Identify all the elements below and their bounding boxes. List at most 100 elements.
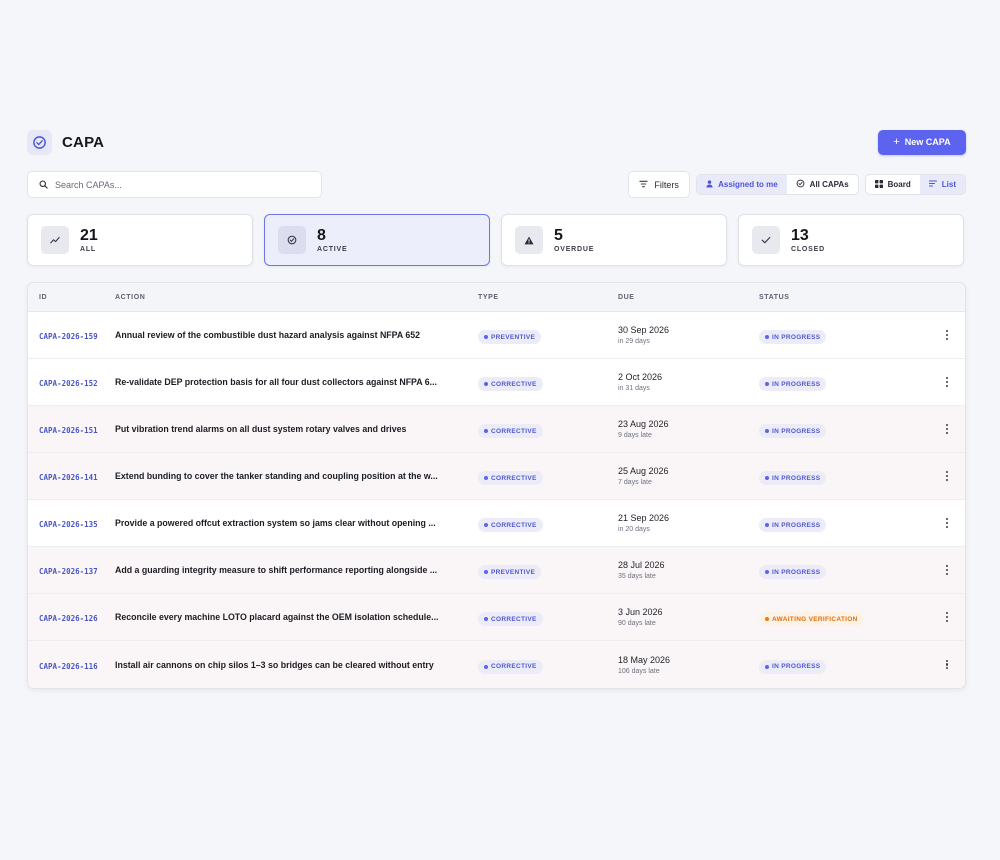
- stat-card-all[interactable]: 21 ALL: [27, 214, 253, 266]
- grid-icon: [874, 179, 883, 190]
- table-row[interactable]: CAPA-2026-151 Put vibration trend alarms…: [28, 406, 965, 453]
- check-circle-icon: [796, 179, 805, 190]
- capa-action-text: Add a guarding integrity measure to shif…: [115, 565, 438, 575]
- stat-count: 5: [554, 226, 563, 244]
- row-menu-icon[interactable]: [945, 565, 949, 575]
- row-menu-icon[interactable]: [945, 424, 949, 434]
- row-menu-icon[interactable]: [945, 377, 949, 387]
- status-label: AWAITING VERIFICATION: [772, 615, 858, 623]
- filters-button[interactable]: Filters: [628, 171, 691, 198]
- stat-cards: 21 ALL 8 ACTIVE 5 OVERDUE 13 CLOSED: [27, 214, 966, 266]
- stat-label: ACTIVE: [317, 245, 348, 253]
- search-icon: [39, 176, 48, 194]
- filters-label: Filters: [654, 179, 679, 190]
- type-dot-icon: [484, 664, 488, 669]
- col-status-header[interactable]: STATUS: [759, 294, 929, 301]
- status-dot-icon: [765, 664, 769, 669]
- status-dot-icon: [765, 476, 769, 480]
- check-circle-icon: [278, 226, 306, 254]
- row-menu-icon[interactable]: [945, 471, 949, 481]
- status-badge: IN PROGRESS: [759, 377, 827, 391]
- status-dot-icon: [765, 429, 769, 433]
- table-row[interactable]: CAPA-2026-116 Install air cannons on chi…: [28, 641, 965, 688]
- capa-id-link[interactable]: CAPA-2026-151: [39, 426, 98, 435]
- table-row[interactable]: CAPA-2026-152 Re-validate DEP protection…: [28, 359, 965, 406]
- table-row[interactable]: CAPA-2026-135 Provide a powered offcut e…: [28, 500, 965, 547]
- col-due-header[interactable]: DUE: [618, 294, 759, 301]
- status-label: IN PROGRESS: [772, 380, 821, 388]
- type-dot-icon: [484, 617, 488, 621]
- list-icon: [928, 180, 937, 189]
- due-relative: 90 days late: [618, 620, 656, 627]
- capa-table: ID ACTION TYPE DUE STATUS CAPA-2026-159 …: [27, 282, 966, 689]
- capa-action-text: Extend bunding to cover the tanker stand…: [115, 471, 438, 481]
- status-label: IN PROGRESS: [772, 663, 821, 670]
- capa-action-text: Provide a powered offcut extraction syst…: [115, 518, 436, 528]
- row-menu-icon[interactable]: [945, 659, 949, 670]
- stat-count: 8: [317, 226, 326, 244]
- new-capa-label: New CAPA: [904, 137, 951, 147]
- col-type-header[interactable]: TYPE: [478, 294, 618, 301]
- col-id-header[interactable]: ID: [28, 294, 115, 301]
- status-badge: IN PROGRESS: [759, 518, 827, 532]
- stat-card-closed[interactable]: 13 CLOSED: [738, 214, 964, 266]
- assigned-to-me-tab[interactable]: Assigned to me: [697, 175, 787, 194]
- capa-id-link[interactable]: CAPA-2026-135: [39, 520, 98, 529]
- user-icon: [706, 179, 713, 190]
- status-badge: IN PROGRESS: [759, 471, 827, 485]
- stat-card-overdue[interactable]: 5 OVERDUE: [501, 214, 727, 266]
- capa-id-link[interactable]: CAPA-2026-126: [39, 614, 98, 623]
- type-dot-icon: [484, 429, 488, 433]
- capa-id-link[interactable]: CAPA-2026-152: [39, 379, 98, 388]
- status-badge: IN PROGRESS: [759, 330, 827, 344]
- due-date: 25 Aug 2026: [618, 466, 669, 476]
- search-box[interactable]: [27, 171, 322, 198]
- filter-icon: [639, 180, 648, 190]
- due-relative: 7 days late: [618, 479, 652, 486]
- type-label: PREVENTIVE: [491, 333, 536, 341]
- capa-id-link[interactable]: CAPA-2026-116: [39, 662, 98, 671]
- all-capas-tab[interactable]: All CAPAs: [787, 175, 858, 194]
- due-date: 23 Aug 2026: [618, 419, 669, 429]
- type-badge: CORRECTIVE: [478, 518, 543, 532]
- row-menu-icon[interactable]: [945, 330, 949, 340]
- capa-id-link[interactable]: CAPA-2026-137: [39, 567, 98, 576]
- status-dot-icon: [765, 523, 769, 527]
- due-relative: in 29 days: [618, 338, 650, 345]
- table-row[interactable]: CAPA-2026-159 Annual review of the combu…: [28, 312, 965, 359]
- col-action-header[interactable]: ACTION: [115, 294, 478, 301]
- status-label: IN PROGRESS: [772, 521, 821, 529]
- capa-id-link[interactable]: CAPA-2026-141: [39, 473, 98, 482]
- check-icon: [752, 226, 780, 254]
- status-dot-icon: [765, 617, 769, 621]
- board-view-tab[interactable]: Board: [866, 175, 920, 194]
- table-header: ID ACTION TYPE DUE STATUS: [28, 283, 965, 312]
- due-date: 18 May 2026: [618, 654, 671, 665]
- list-view-tab[interactable]: List: [919, 175, 965, 194]
- stat-card-active[interactable]: 8 ACTIVE: [264, 214, 490, 266]
- page-title: CAPA: [62, 133, 105, 151]
- stat-label: CLOSED: [791, 245, 825, 253]
- due-date: 30 Sep 2026: [618, 325, 670, 335]
- type-badge: CORRECTIVE: [478, 424, 543, 438]
- new-capa-button[interactable]: + New CAPA: [878, 129, 966, 155]
- row-menu-icon[interactable]: [945, 518, 949, 528]
- search-input[interactable]: [55, 179, 295, 190]
- type-dot-icon: [484, 476, 488, 480]
- capa-action-text: Put vibration trend alarms on all dust s…: [115, 424, 407, 434]
- table-row[interactable]: CAPA-2026-137 Add a guarding integrity m…: [28, 547, 965, 594]
- status-label: IN PROGRESS: [772, 427, 821, 435]
- type-label: CORRECTIVE: [491, 380, 537, 388]
- type-label: CORRECTIVE: [491, 615, 537, 623]
- table-row[interactable]: CAPA-2026-141 Extend bunding to cover th…: [28, 453, 965, 500]
- page-header: CAPA + New CAPA: [27, 129, 966, 155]
- due-relative: in 31 days: [618, 385, 650, 392]
- table-row[interactable]: CAPA-2026-126 Reconcile every machine LO…: [28, 594, 965, 641]
- row-menu-icon[interactable]: [945, 612, 949, 622]
- type-label: CORRECTIVE: [491, 474, 537, 482]
- capa-id-link[interactable]: CAPA-2026-159: [39, 332, 98, 341]
- stat-label: OVERDUE: [554, 245, 595, 253]
- due-relative: 106 days late: [618, 667, 660, 675]
- title-group: CAPA: [27, 129, 105, 155]
- due-date: 21 Sep 2026: [618, 513, 670, 523]
